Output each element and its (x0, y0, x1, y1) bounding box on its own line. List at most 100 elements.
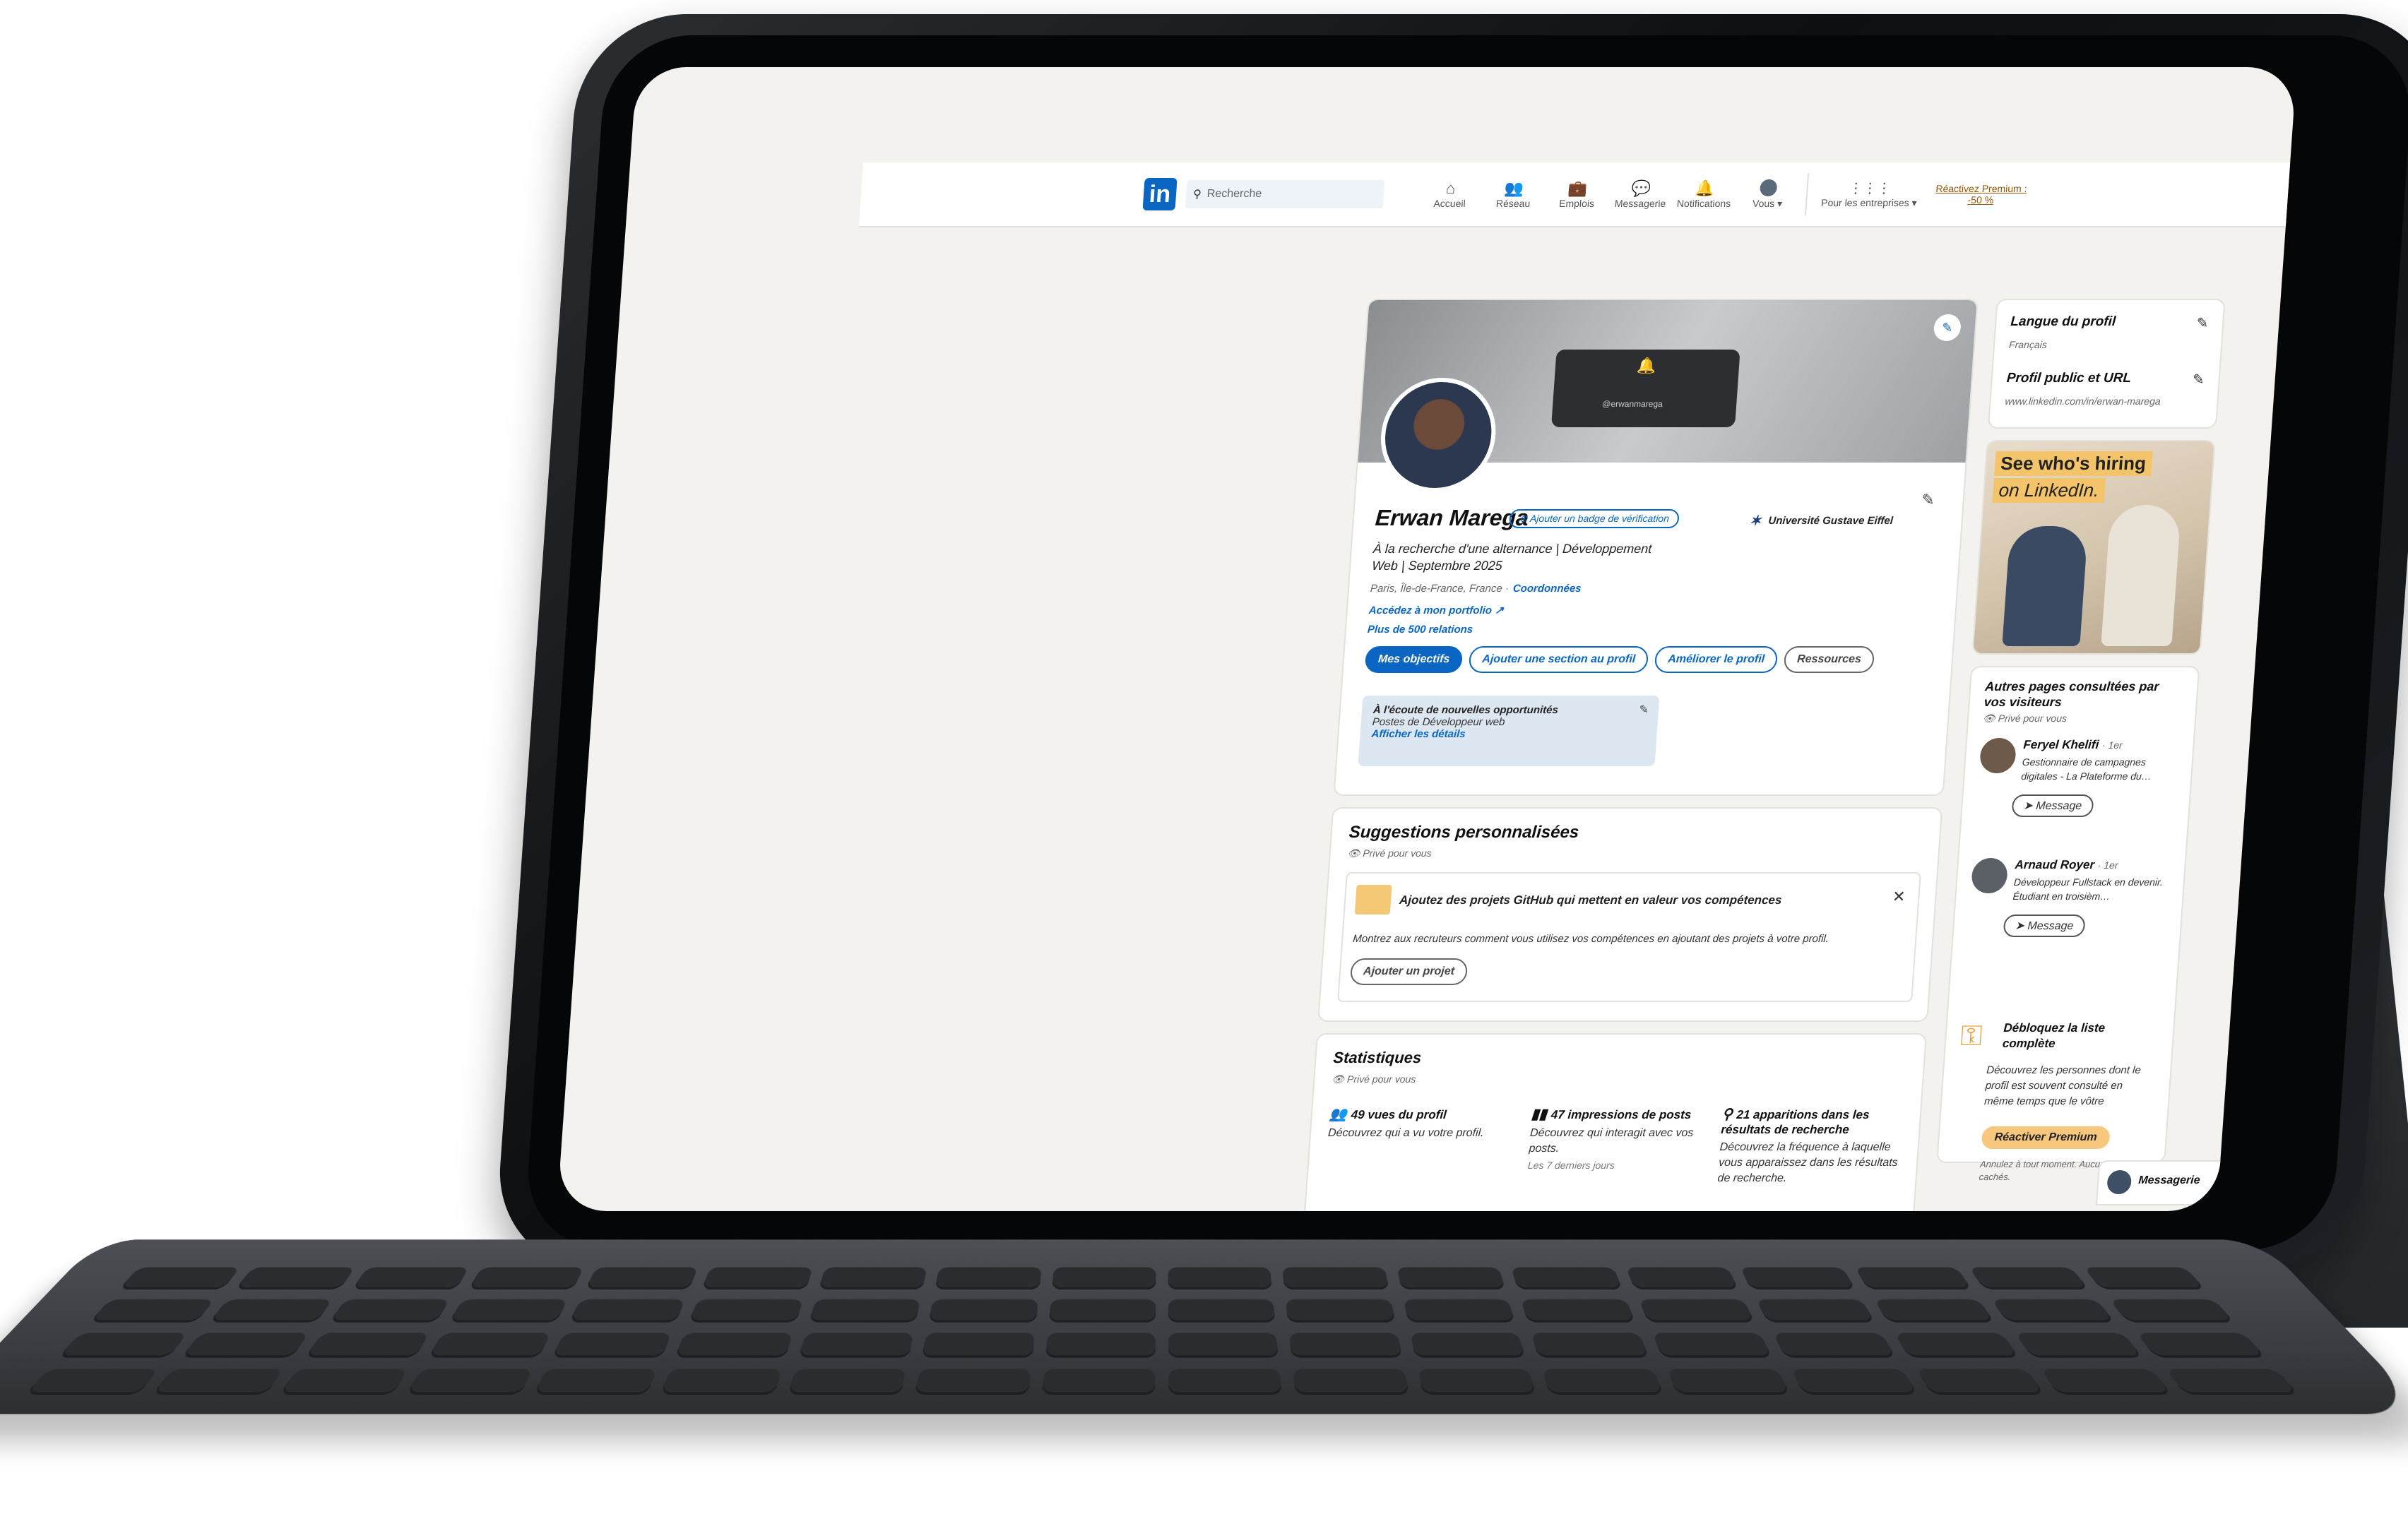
improve-profile-button[interactable]: Améliorer le profil (1654, 646, 1779, 673)
keyboard-key (915, 1369, 1031, 1395)
profile-language-card: Langue du profil Français ✎ Profil publi… (1989, 300, 2224, 427)
statistics-card: Statistiques 👁 Privé pour vous 👥 49 vues … (1305, 1035, 1926, 1211)
public-url-value: www.linkedin.com/in/erwan-marega (2005, 395, 2161, 407)
premium-link[interactable]: Réactivez Premium : -50 % (1930, 183, 2031, 205)
keyboard-key (1168, 1267, 1273, 1289)
avatar[interactable] (1971, 858, 2008, 893)
visitor-name[interactable]: Arnaud Royer · 1er (2015, 858, 2118, 872)
home-icon: ⌂ (1445, 179, 1456, 198)
keyboard-key (1542, 1369, 1663, 1395)
search-input[interactable]: ⚲ Recherche (1185, 180, 1385, 208)
suggestion-title: Ajoutez des projets GitHub qui mettent e… (1399, 893, 1782, 907)
connection-degree: · 1er (2097, 859, 2118, 871)
private-text: Privé pour vous (1347, 1073, 1416, 1085)
visitors-card: Autres pages consultées par vos visiteur… (1938, 667, 2198, 1162)
keyboard-key (1293, 1369, 1410, 1395)
keyboard-key (1666, 1369, 1791, 1395)
nav-messaging[interactable]: 💬 Messagerie (1616, 179, 1666, 210)
visitor-name-text: Arnaud Royer (2015, 858, 2095, 871)
add-project-button[interactable]: Ajouter un projet (1350, 958, 1469, 985)
keyboard-key (1773, 1333, 1896, 1357)
stat-desc: Découvrez la fréquence à laquelle vous a… (1717, 1140, 1904, 1186)
show-details-link[interactable]: Afficher les détails (1371, 728, 1646, 740)
add-section-button[interactable]: Ajouter une section au profil (1469, 646, 1649, 673)
pencil-icon[interactable]: ✎ (2196, 314, 2210, 332)
ad-headline: See who's hiring (1994, 451, 2152, 476)
school-link[interactable]: ✶ Université Gustave Eiffel (1749, 512, 1894, 530)
stat-profile-views[interactable]: 👥 49 vues du profil Découvrez qui a vu vo… (1327, 1105, 1514, 1141)
verification-badge-button[interactable]: ⊛ Ajouter un badge de vérification (1509, 509, 1680, 528)
edit-banner-button[interactable]: ✎ (1933, 314, 1962, 341)
pencil-icon[interactable]: ✎ (1639, 703, 1649, 717)
bell-icon: 🔔 (1695, 179, 1715, 198)
nav-notifications[interactable]: 🔔 Notifications (1680, 179, 1730, 210)
objectives-button[interactable]: Mes objectifs (1365, 646, 1464, 673)
ad-person-image (2002, 526, 2088, 646)
avatar[interactable] (1979, 738, 2017, 773)
stat-value: 21 apparitions dans les résultats de rec… (1721, 1108, 1870, 1136)
suggestion-desc: Montrez aux recruteurs comment vous util… (1353, 933, 1829, 945)
keyboard-key (1168, 1369, 1282, 1395)
send-icon: ➤ (2015, 920, 2028, 932)
linkedin-logo[interactable]: in (1142, 178, 1177, 210)
stat-search-appearances[interactable]: ⚲ 21 apparitions dans les résultats de re… (1717, 1105, 1906, 1186)
people-icon: 👥 (1329, 1107, 1347, 1122)
keyboard-key (1168, 1299, 1276, 1323)
profile-card: 🔔 @erwanmarega ✎ ✎ Erwan Marega ⊛ Ajoute… (1335, 300, 1977, 794)
business-menu[interactable]: ⋮⋮⋮ Pour les entreprises ▾ (1821, 179, 1918, 209)
keyboard-key (819, 1267, 927, 1289)
keyboard-key (235, 1267, 355, 1289)
visitor-name-text: Feryel Khelifi (2023, 738, 2099, 751)
connection-degree: · 1er (2101, 739, 2123, 751)
keyboard-key (935, 1267, 1042, 1289)
keyboard-key (660, 1369, 782, 1395)
edit-profile-button[interactable]: ✎ (1921, 491, 1935, 509)
suggestions-card: Suggestions personnalisées 👁 Privé pour … (1319, 809, 1941, 1020)
message-label: Message (2027, 920, 2074, 932)
keyboard-key (2015, 1333, 2142, 1357)
keyboard-key (2083, 1267, 2205, 1289)
nav-network[interactable]: 👥 Réseau (1489, 179, 1539, 210)
keyboard-key (449, 1299, 568, 1323)
close-icon[interactable]: ✕ (1892, 888, 1906, 906)
location-text: Paris, Île-de-France, France · (1370, 583, 1509, 595)
pencil-icon: ✎ (1921, 491, 1935, 508)
contact-info-link[interactable]: Coordonnées (1512, 583, 1582, 595)
keyboard-key (406, 1369, 533, 1395)
portfolio-link[interactable]: Accédez à mon portfolio ↗ (1368, 604, 1504, 616)
open-to-work-card[interactable]: À l'écoute de nouvelles opportunités Pos… (1358, 696, 1659, 766)
relations-link[interactable]: Plus de 500 relations (1367, 624, 1473, 636)
keyboard-key (1048, 1299, 1156, 1323)
stat-note: Les 7 derniers jours (1527, 1160, 1712, 1171)
pencil-icon[interactable]: ✎ (2192, 371, 2205, 388)
keyboard-key (569, 1299, 685, 1323)
verification-label: Ajouter un badge de vérification (1530, 513, 1670, 524)
keyboard-key (119, 1267, 241, 1289)
keyboard-key (1969, 1267, 2089, 1289)
message-button[interactable]: ➤ Message (2011, 794, 2094, 817)
nav-me[interactable]: Vous ▾ (1743, 179, 1793, 210)
keyboard-key (1282, 1267, 1389, 1289)
open-to-work-roles: Postes de Développeur web (1372, 716, 1647, 728)
network-icon: 👥 (1504, 179, 1524, 198)
folder-icon (1355, 885, 1392, 915)
keyboard-key (1052, 1267, 1156, 1289)
nav-home[interactable]: ⌂ Accueil (1425, 179, 1476, 210)
keyboard-key (352, 1267, 469, 1289)
visitor-name[interactable]: Feryel Khelifi · 1er (2023, 738, 2123, 752)
message-button[interactable]: ➤ Message (2003, 915, 2085, 937)
keyboard-key (90, 1299, 215, 1323)
hiring-ad[interactable]: See who's hiring on LinkedIn. (1974, 441, 2214, 653)
resources-button[interactable]: Ressources (1784, 646, 1875, 673)
stat-post-impressions[interactable]: ▮▮ 47 impressions de posts Découvrez qui … (1527, 1105, 1716, 1171)
keyboard-key (1396, 1267, 1505, 1289)
profile-location: Paris, Île-de-France, France · Coordonnée… (1370, 583, 1582, 595)
nav-jobs[interactable]: 💼 Emplois (1553, 179, 1603, 210)
reactivate-premium-button[interactable]: Réactiver Premium (1981, 1126, 2111, 1149)
linkedin-topbar: in ⚲ Recherche ⌂ Accueil 👥 Réseau 💼 Empl… (859, 162, 2297, 227)
unlock-title: Débloquez la liste complète (2002, 1020, 2145, 1052)
private-label: 👁 Privé pour vous (1331, 1073, 1416, 1085)
keyboard-key (1410, 1333, 1525, 1357)
keyboard-key (305, 1333, 430, 1357)
keyboard-key (25, 1369, 160, 1395)
